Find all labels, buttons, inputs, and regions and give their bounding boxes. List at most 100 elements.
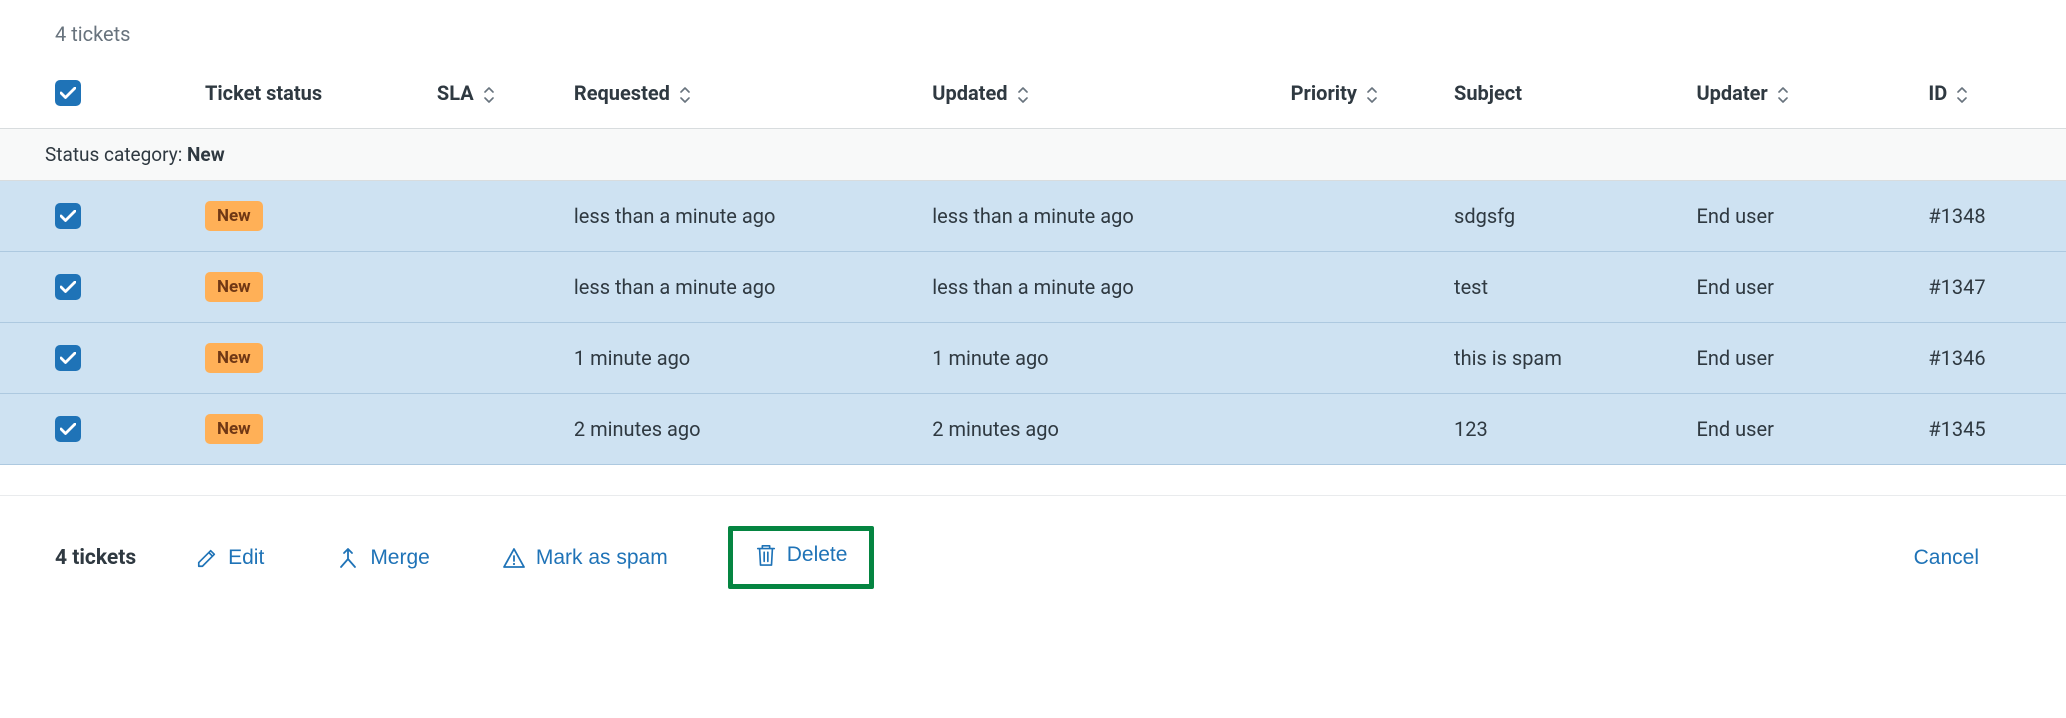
edit-button[interactable]: Edit xyxy=(184,538,276,578)
cell-updater: End user xyxy=(1686,181,1918,252)
column-header-subject[interactable]: Subject xyxy=(1444,64,1686,129)
group-value: New xyxy=(187,143,225,166)
row-checkbox-cell xyxy=(0,323,195,394)
check-icon xyxy=(60,87,76,99)
pencil-icon xyxy=(196,547,218,569)
merge-button[interactable]: Merge xyxy=(324,538,442,578)
column-label: Subject xyxy=(1454,81,1522,105)
cell-status: New xyxy=(195,181,427,252)
tickets-table: Ticket status SLA Requested Updated xyxy=(0,64,2066,465)
status-badge: New xyxy=(205,201,263,231)
sort-icon xyxy=(679,87,691,103)
cell-updater: End user xyxy=(1686,323,1918,394)
cell-priority xyxy=(1281,394,1444,465)
sort-icon xyxy=(1366,87,1378,103)
check-icon xyxy=(60,423,76,435)
status-badge: New xyxy=(205,272,263,302)
cell-id: #1346 xyxy=(1918,323,2066,394)
cell-subject: this is spam xyxy=(1444,323,1686,394)
cell-requested: 1 minute ago xyxy=(564,323,922,394)
merge-icon xyxy=(336,546,360,570)
check-icon xyxy=(60,352,76,364)
cell-updated: less than a minute ago xyxy=(922,252,1280,323)
cell-requested: less than a minute ago xyxy=(564,181,922,252)
cell-status: New xyxy=(195,252,427,323)
cell-updater: End user xyxy=(1686,394,1918,465)
row-checkbox[interactable] xyxy=(55,416,81,442)
check-icon xyxy=(60,210,76,222)
column-label: SLA xyxy=(437,81,474,105)
check-icon xyxy=(60,281,76,293)
group-label: Status category: xyxy=(45,143,187,166)
cell-updater: End user xyxy=(1686,252,1918,323)
cell-requested: less than a minute ago xyxy=(564,252,922,323)
column-header-priority[interactable]: Priority xyxy=(1281,64,1444,129)
sort-icon xyxy=(1956,87,1968,103)
table-row[interactable]: New less than a minute agoless than a min… xyxy=(0,252,2066,323)
row-checkbox-cell xyxy=(0,252,195,323)
cell-sla xyxy=(427,181,564,252)
row-checkbox[interactable] xyxy=(55,345,81,371)
action-bar: 4 tickets Edit Merge Mark as xyxy=(0,496,2066,599)
cell-id: #1347 xyxy=(1918,252,2066,323)
button-label: Merge xyxy=(370,546,430,570)
row-checkbox[interactable] xyxy=(55,203,81,229)
cell-subject: sdgsfg xyxy=(1444,181,1686,252)
cell-updated: 1 minute ago xyxy=(922,323,1280,394)
header-checkbox-cell xyxy=(0,64,195,129)
ticket-count: 4 tickets xyxy=(0,0,2066,64)
cell-sla xyxy=(427,394,564,465)
button-label: Delete xyxy=(787,543,848,567)
cell-requested: 2 minutes ago xyxy=(564,394,922,465)
column-header-sla[interactable]: SLA xyxy=(427,64,564,129)
status-badge: New xyxy=(205,414,263,444)
warning-icon xyxy=(502,546,526,570)
group-header-row: Status category: New xyxy=(0,129,2066,181)
column-label: Updater xyxy=(1696,81,1767,105)
column-label: Updated xyxy=(932,81,1007,105)
table-row[interactable]: New 2 minutes ago2 minutes ago 123End user… xyxy=(0,394,2066,465)
sort-icon xyxy=(1777,87,1789,103)
cell-id: #1348 xyxy=(1918,181,2066,252)
status-badge: New xyxy=(205,343,263,373)
trash-icon xyxy=(755,543,777,567)
column-header-requested[interactable]: Requested xyxy=(564,64,922,129)
column-label: Ticket status xyxy=(205,81,322,105)
cell-priority xyxy=(1281,323,1444,394)
table-header-row: Ticket status SLA Requested Updated xyxy=(0,64,2066,129)
row-checkbox[interactable] xyxy=(55,274,81,300)
mark-spam-button[interactable]: Mark as spam xyxy=(490,538,680,578)
cell-status: New xyxy=(195,394,427,465)
row-checkbox-cell xyxy=(0,394,195,465)
column-header-id[interactable]: ID xyxy=(1918,64,2066,129)
sort-icon xyxy=(483,87,495,103)
column-header-updater[interactable]: Updater xyxy=(1686,64,1918,129)
row-checkbox-cell xyxy=(0,181,195,252)
table-row[interactable]: New less than a minute agoless than a min… xyxy=(0,181,2066,252)
sort-icon xyxy=(1017,87,1029,103)
column-label: ID xyxy=(1928,81,1947,105)
delete-button[interactable]: Delete xyxy=(755,543,848,567)
cell-status: New xyxy=(195,323,427,394)
cell-priority xyxy=(1281,181,1444,252)
cell-subject: 123 xyxy=(1444,394,1686,465)
cell-updated: less than a minute ago xyxy=(922,181,1280,252)
column-header-status[interactable]: Ticket status xyxy=(195,64,427,129)
cell-subject: test xyxy=(1444,252,1686,323)
cell-sla xyxy=(427,252,564,323)
cell-sla xyxy=(427,323,564,394)
button-label: Mark as spam xyxy=(536,546,668,570)
cancel-button[interactable]: Cancel xyxy=(1902,538,1991,578)
cell-updated: 2 minutes ago xyxy=(922,394,1280,465)
column-label: Priority xyxy=(1291,81,1357,105)
cell-id: #1345 xyxy=(1918,394,2066,465)
delete-highlight-box: Delete xyxy=(728,526,875,589)
select-all-checkbox[interactable] xyxy=(55,80,81,106)
table-row[interactable]: New 1 minute ago1 minute ago this is spamE… xyxy=(0,323,2066,394)
selected-count: 4 tickets xyxy=(55,546,136,570)
column-label: Requested xyxy=(574,81,670,105)
button-label: Edit xyxy=(228,546,264,570)
column-header-updated[interactable]: Updated xyxy=(922,64,1280,129)
cell-priority xyxy=(1281,252,1444,323)
action-bar-wrapper: 4 tickets Edit Merge Mark as xyxy=(0,495,2066,599)
